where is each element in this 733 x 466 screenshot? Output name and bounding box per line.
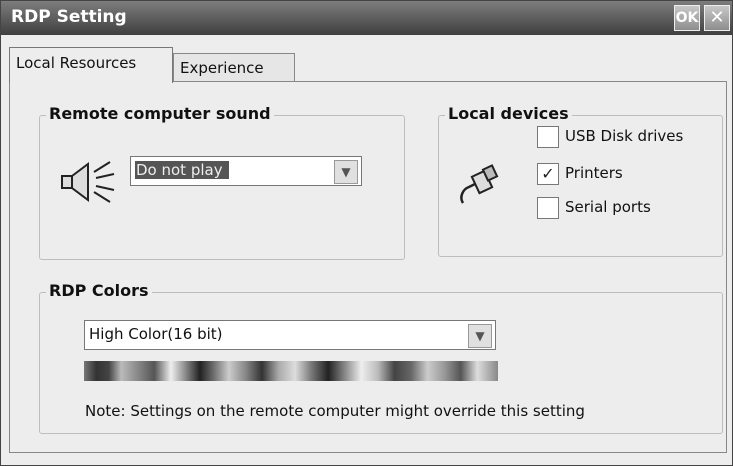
rdp-colors-legend: RDP Colors [46, 281, 152, 300]
remote-sound-group: Remote computer sound Do not play ▼ [39, 104, 405, 260]
printers-checkbox[interactable]: ✓ [537, 163, 559, 185]
close-button[interactable]: ✕ [704, 5, 730, 31]
plug-icon [460, 164, 499, 204]
sound-select[interactable]: Do not play ▼ [130, 156, 362, 186]
chevron-down-icon[interactable]: ▼ [468, 324, 492, 348]
remote-sound-legend: Remote computer sound [46, 104, 274, 123]
serial-ports-label: Serial ports [565, 198, 651, 216]
check-icon: ✓ [541, 164, 555, 183]
local-devices-group: Local devices USB Disk drives ✓ Printers… [438, 104, 723, 257]
usb-disk-drives-checkbox[interactable] [537, 126, 559, 148]
printers-label: Printers [565, 164, 623, 182]
usb-disk-drives-label: USB Disk drives [565, 127, 684, 145]
tab-local-resources[interactable]: Local Resources [9, 47, 173, 83]
chevron-down-icon[interactable]: ▼ [334, 160, 358, 184]
local-devices-legend: Local devices [445, 104, 572, 123]
window-title: RDP Setting [11, 7, 127, 27]
color-note: Note: Settings on the remote computer mi… [85, 402, 585, 420]
rdp-setting-window: RDP Setting OK ✕ Local Resources Experie… [0, 0, 733, 466]
color-depth-value: High Color(16 bit) [89, 325, 223, 343]
speaker-icon [61, 161, 115, 203]
tab-experience[interactable]: Experience [173, 53, 295, 82]
serial-ports-checkbox[interactable] [537, 197, 559, 219]
title-bar: RDP Setting OK ✕ [1, 1, 732, 35]
color-depth-select[interactable]: High Color(16 bit) ▼ [84, 320, 496, 350]
ok-button[interactable]: OK [674, 5, 700, 31]
rdp-colors-group: RDP Colors High Color(16 bit) ▼ Note: Se… [39, 281, 723, 434]
sound-select-value: Do not play [135, 161, 229, 179]
color-preview-strip [84, 361, 498, 381]
local-resources-panel: Remote computer sound Do not play ▼ Loca… [9, 81, 727, 453]
